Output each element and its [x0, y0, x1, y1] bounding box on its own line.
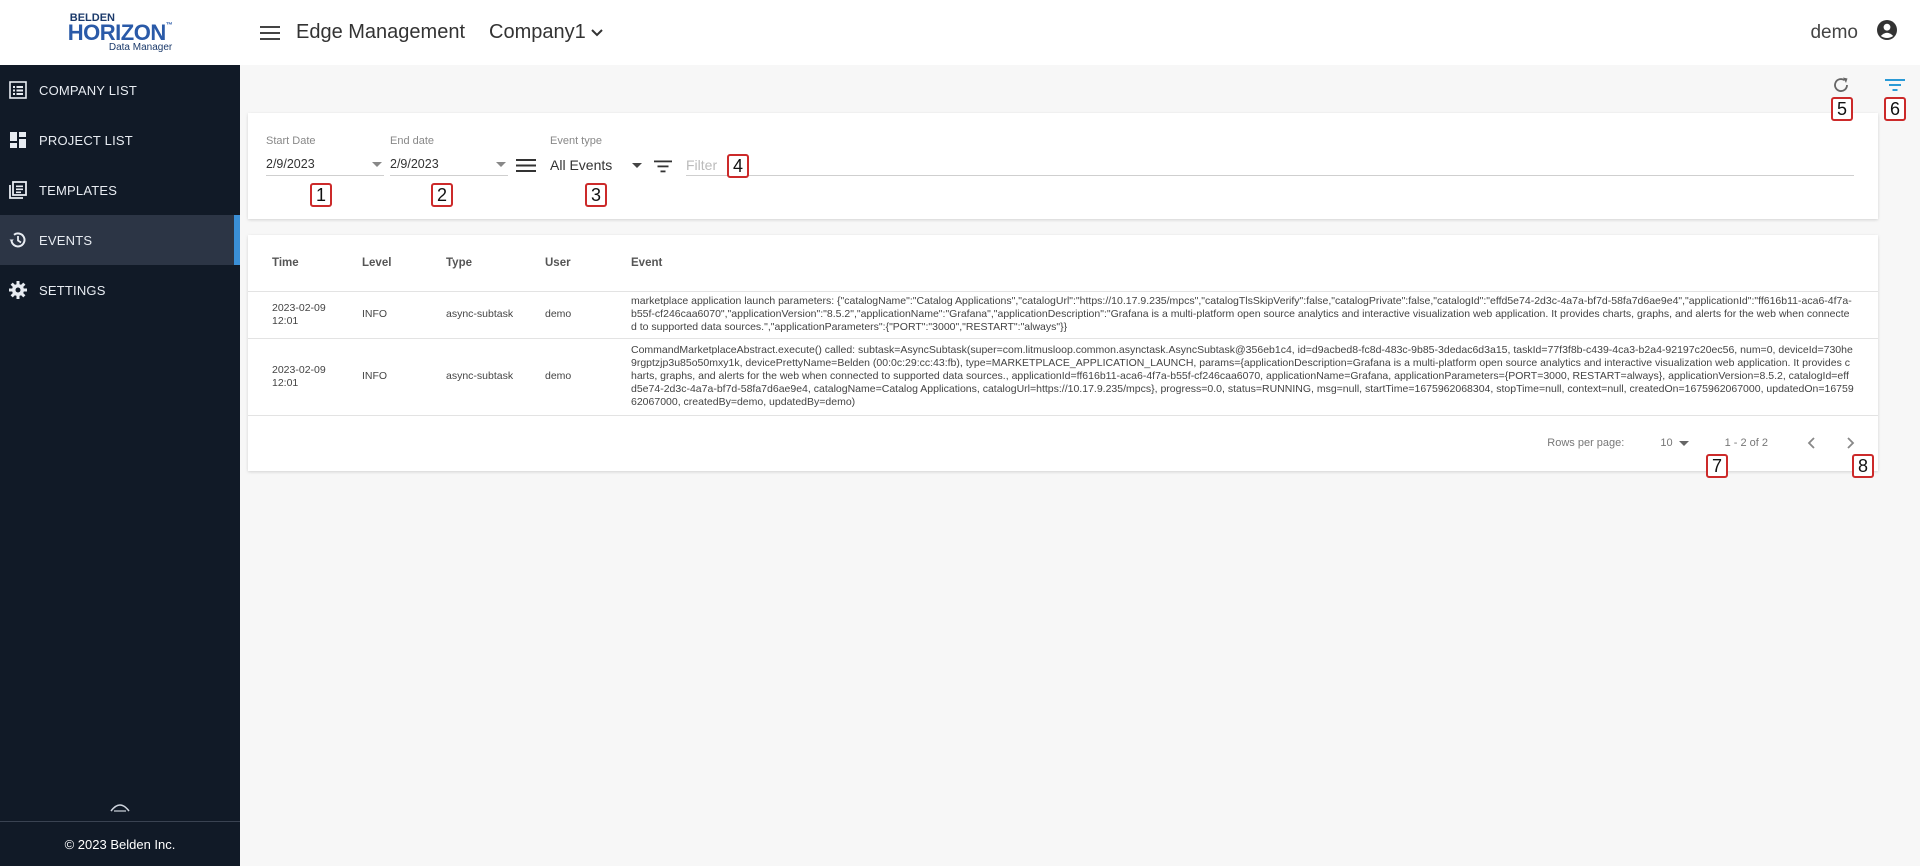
- column-header-level[interactable]: Level: [338, 235, 422, 292]
- cell-level: INFO: [338, 291, 422, 339]
- column-header-type[interactable]: Type: [422, 235, 521, 292]
- start-date-value: 2/9/2023: [266, 157, 315, 171]
- pagination-range: 1 - 2 of 2: [1724, 437, 1768, 449]
- event-type-value: All Events: [550, 157, 613, 173]
- sidebar-item-label: COMPANY LIST: [39, 82, 137, 98]
- table-pagination: Rows per page: 10 1 - 2 of 2: [248, 415, 1878, 471]
- event-type-label: Event type: [550, 135, 602, 147]
- previous-page-button[interactable]: [1800, 432, 1822, 454]
- table-row[interactable]: 2023-02-09 12:01 INFO async-subtask demo…: [248, 291, 1878, 339]
- event-type-field[interactable]: Event type All Events: [550, 135, 644, 177]
- sidebar-item-project-list[interactable]: PROJECT LIST: [0, 115, 240, 165]
- start-date-select[interactable]: 2/9/2023: [266, 157, 384, 176]
- copyright-footer: © 2023 Belden Inc.: [0, 821, 240, 866]
- annotation-badge-8: 8: [1852, 454, 1874, 478]
- sidebar-item-events[interactable]: EVENTS: [0, 215, 240, 265]
- dashboard-icon: [8, 130, 28, 150]
- start-date-field[interactable]: Start Date 2/9/2023: [266, 135, 384, 176]
- cell-type: async-subtask: [422, 338, 521, 416]
- rows-per-page-label: Rows per page:: [1547, 437, 1625, 449]
- top-header: Edge Management Company1 demo: [240, 0, 1920, 65]
- dropdown-arrow-icon: [1678, 440, 1689, 446]
- gear-icon: [8, 280, 28, 300]
- sidebar-item-label: TEMPLATES: [39, 182, 118, 198]
- end-date-select[interactable]: 2/9/2023: [390, 157, 508, 176]
- belden-horizon-logo[interactable]: BELDEN HORIZON™ Data Manager: [67, 12, 173, 53]
- sidebar-item-label: PROJECT LIST: [39, 132, 133, 148]
- annotation-badge-7: 7: [1706, 454, 1728, 478]
- dropdown-arrow-icon: [496, 161, 506, 167]
- cell-type: async-subtask: [422, 291, 521, 339]
- sidebar-item-company-list[interactable]: COMPANY LIST: [0, 65, 240, 115]
- rows-per-page-value: 10: [1660, 437, 1673, 449]
- cell-event: CommandMarketplaceAbstract.execute() cal…: [607, 338, 1878, 416]
- annotation-badge-4: 4: [727, 154, 749, 178]
- logo-main-text: HORIZON™: [67, 19, 173, 45]
- company-selector[interactable]: Company1: [489, 21, 604, 44]
- filter-list-icon[interactable]: [1882, 72, 1908, 98]
- account-circle-icon[interactable]: [1876, 19, 1898, 46]
- refresh-icon[interactable]: [1828, 72, 1854, 98]
- events-table: Time Level Type User Event 2023-02-09 12…: [248, 235, 1878, 416]
- table-header-row: Time Level Type User Event: [248, 235, 1878, 292]
- events-table-card: Time Level Type User Event 2023-02-09 12…: [248, 235, 1878, 471]
- table-row[interactable]: 2023-02-09 12:01 INFO async-subtask demo…: [248, 338, 1878, 416]
- annotation-badge-5: 5: [1831, 97, 1853, 121]
- annotation-badge-2: 2: [431, 183, 453, 207]
- dropdown-arrow-icon: [632, 162, 642, 168]
- annotation-badge-6: 6: [1884, 97, 1906, 121]
- next-page-button[interactable]: [1840, 432, 1862, 454]
- sidebar: BELDEN HORIZON™ Data Manager COMPANY LIS…: [0, 0, 240, 866]
- sidebar-nav: COMPANY LIST PROJECT LIST TEMPLATES EVEN…: [0, 65, 240, 315]
- column-header-event[interactable]: Event: [607, 235, 1878, 292]
- chevron-left-icon: [1807, 437, 1815, 449]
- rows-per-page-select[interactable]: 10: [1660, 437, 1689, 449]
- dropdown-arrow-icon: [372, 161, 382, 167]
- event-type-select[interactable]: All Events: [550, 157, 644, 177]
- app-title: Edge Management: [296, 21, 466, 43]
- end-date-field[interactable]: End date 2/9/2023: [390, 135, 508, 176]
- column-header-user[interactable]: User: [521, 235, 607, 292]
- cell-event: marketplace application launch parameter…: [607, 291, 1878, 339]
- sort-lines-icon[interactable]: [516, 158, 536, 178]
- filter-input[interactable]: [686, 154, 1854, 176]
- end-date-label: End date: [390, 135, 435, 147]
- cell-time: 2023-02-09 12:01: [248, 338, 338, 416]
- cell-level: INFO: [338, 338, 422, 416]
- annotation-badge-1: 1: [310, 183, 332, 207]
- collapse-sidebar-button[interactable]: [108, 800, 132, 814]
- cell-user: demo: [521, 291, 607, 339]
- cell-time: 2023-02-09 12:01: [248, 291, 338, 339]
- logo-area: BELDEN HORIZON™ Data Manager: [0, 0, 240, 65]
- chevron-right-icon: [1847, 437, 1855, 449]
- filter-card: Start Date 2/9/2023 End date 2/9/2023 Ev…: [248, 113, 1878, 219]
- filter-icon: [654, 160, 672, 178]
- sidebar-item-templates[interactable]: TEMPLATES: [0, 165, 240, 215]
- header-user-area: demo: [1810, 0, 1898, 65]
- start-date-label: Start Date: [266, 135, 316, 147]
- sidebar-item-label: SETTINGS: [39, 282, 106, 298]
- column-header-time[interactable]: Time: [248, 235, 338, 292]
- company-name: Company1: [489, 21, 586, 43]
- history-icon: [8, 230, 28, 250]
- cell-user: demo: [521, 338, 607, 416]
- list-icon: [8, 80, 28, 100]
- menu-icon[interactable]: [258, 21, 282, 45]
- chevron-up-icon: [110, 804, 130, 812]
- username: demo: [1810, 21, 1858, 43]
- library-books-icon: [8, 180, 28, 200]
- chevron-down-icon: [590, 28, 604, 38]
- end-date-value: 2/9/2023: [390, 157, 439, 171]
- sidebar-item-label: EVENTS: [39, 232, 93, 248]
- annotation-badge-3: 3: [585, 183, 607, 207]
- sidebar-item-settings[interactable]: SETTINGS: [0, 265, 240, 315]
